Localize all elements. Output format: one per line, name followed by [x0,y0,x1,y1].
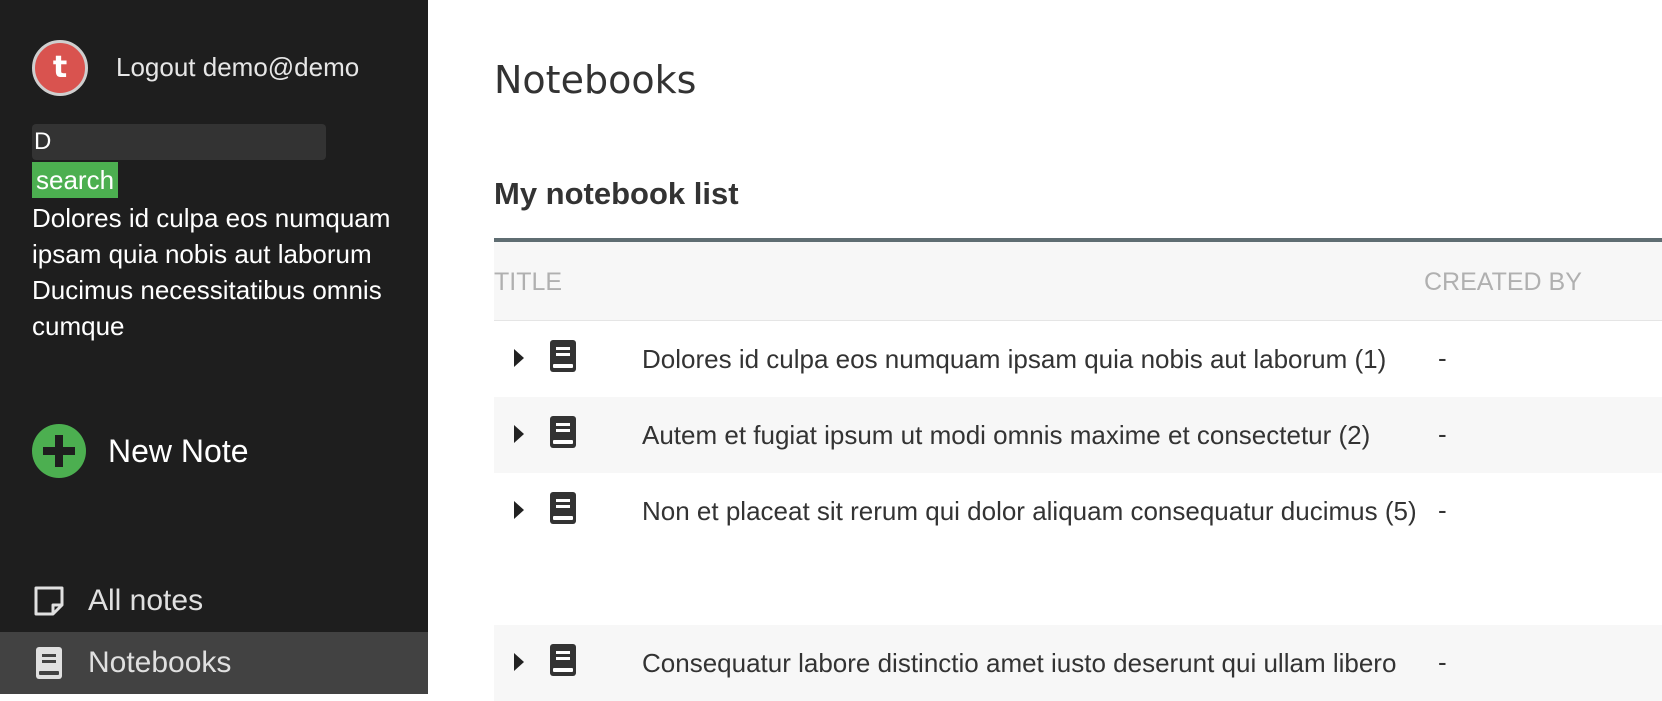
table-row[interactable]: Consequatur labore distinctio amet iusto… [494,625,1662,701]
search-result-item[interactable]: Dolores id culpa eos numquam ipsam quia … [32,200,392,272]
search-result-item[interactable]: Ducimus necessitatibus omnis cumque [32,272,392,344]
sidebar-item-label: All notes [88,584,204,617]
sidebar-item-all-notes[interactable]: All notes [0,570,428,632]
notebook-icon [548,491,578,530]
notebook-title[interactable]: Dolores id culpa eos numquam ipsam quia … [642,321,1442,397]
notebook-icon [548,415,578,454]
sidebar-item-label: Notebooks [88,646,232,679]
notebook-table: TITLE CREATED BY Dolores id culpa eos nu… [494,238,1662,701]
expand-caret-icon[interactable] [514,653,524,671]
page-title: Notebooks [494,58,697,102]
search-input[interactable] [32,124,326,160]
expand-caret-icon[interactable] [514,349,524,367]
note-icon [32,584,66,618]
notebook-created-by: - [1438,647,1447,677]
search-results: Dolores id culpa eos numquam ipsam quia … [32,200,392,344]
logout-link[interactable]: Logout demo@demo [116,52,359,83]
plus-circle-icon [32,424,86,478]
column-header-title[interactable]: TITLE [494,268,562,297]
notebook-icon [548,643,578,682]
table-header: TITLE CREATED BY [494,242,1662,321]
notebook-created-by: - [1438,343,1447,373]
section-title: My notebook list [494,176,739,211]
main-content: Notebooks My notebook list TITLE CREATED… [428,0,1662,701]
new-note-label: New Note [108,432,249,469]
notebook-title[interactable]: Non et placeat sit rerum qui dolor aliqu… [642,473,1442,549]
sidebar-item-notebooks[interactable]: Notebooks [0,632,428,694]
notebook-created-by: - [1438,495,1447,525]
table-row[interactable]: Dolores id culpa eos numquam ipsam quia … [494,321,1662,397]
expand-caret-icon[interactable] [514,425,524,443]
notebook-title[interactable]: Consequatur labore distinctio amet iusto… [642,625,1442,701]
notebook-created-by: - [1438,419,1447,449]
expand-caret-icon[interactable] [514,501,524,519]
avatar[interactable]: t [32,40,88,96]
table-row[interactable]: Autem et fugiat ipsum ut modi omnis maxi… [494,397,1662,473]
search-button[interactable]: search [32,162,119,198]
new-note-button[interactable]: New Note [32,424,249,478]
notebook-icon [548,339,578,378]
sidebar: t Logout demo@demo search Dolores id cul… [0,0,428,694]
column-header-created-by[interactable]: CREATED BY [1424,268,1582,297]
notebook-icon [32,646,66,680]
notebook-title[interactable]: Autem et fugiat ipsum ut modi omnis maxi… [642,397,1442,473]
table-row[interactable]: Non et placeat sit rerum qui dolor aliqu… [494,473,1662,625]
